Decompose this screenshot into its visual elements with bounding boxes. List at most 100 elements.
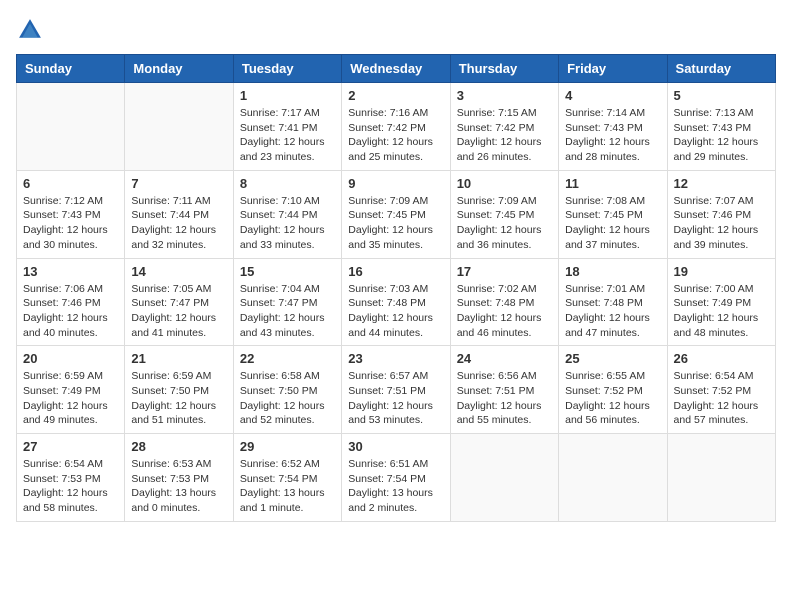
day-cell-3-7: 19 Sunrise: 7:00 AM Sunset: 7:49 PM Dayli… — [667, 258, 775, 346]
weekday-header-friday: Friday — [559, 55, 667, 83]
page-header — [16, 16, 776, 44]
day-detail: Sunrise: 6:53 AM Sunset: 7:53 PM Dayligh… — [131, 457, 226, 516]
day-number: 23 — [348, 351, 443, 366]
day-cell-5-6 — [559, 434, 667, 522]
logo-icon — [16, 16, 44, 44]
day-cell-1-5: 3 Sunrise: 7:15 AM Sunset: 7:42 PM Daylig… — [450, 83, 558, 171]
day-cell-3-6: 18 Sunrise: 7:01 AM Sunset: 7:48 PM Dayli… — [559, 258, 667, 346]
weekday-header-sunday: Sunday — [17, 55, 125, 83]
weekday-header-monday: Monday — [125, 55, 233, 83]
day-cell-4-4: 23 Sunrise: 6:57 AM Sunset: 7:51 PM Dayli… — [342, 346, 450, 434]
day-number: 9 — [348, 176, 443, 191]
day-number: 8 — [240, 176, 335, 191]
day-number: 5 — [674, 88, 769, 103]
day-number: 15 — [240, 264, 335, 279]
day-number: 25 — [565, 351, 660, 366]
day-cell-4-7: 26Sunrise: 6:54 AM Sunset: 7:52 PM Dayli… — [667, 346, 775, 434]
day-cell-1-7: 5 Sunrise: 7:13 AM Sunset: 7:43 PM Daylig… — [667, 83, 775, 171]
calendar-table: SundayMondayTuesdayWednesdayThursdayFrid… — [16, 54, 776, 522]
day-number: 6 — [23, 176, 118, 191]
day-number: 11 — [565, 176, 660, 191]
day-number: 12 — [674, 176, 769, 191]
day-detail: Sunrise: 6:59 AM Sunset: 7:50 PM Dayligh… — [131, 369, 226, 428]
day-cell-4-1: 20 Sunrise: 6:59 AM Sunset: 7:49 PM Dayli… — [17, 346, 125, 434]
day-cell-2-6: 11Sunrise: 7:08 AM Sunset: 7:45 PM Dayli… — [559, 170, 667, 258]
day-number: 24 — [457, 351, 552, 366]
weekday-header-saturday: Saturday — [667, 55, 775, 83]
day-number: 27 — [23, 439, 118, 454]
day-cell-5-3: 29Sunrise: 6:52 AM Sunset: 7:54 PM Dayli… — [233, 434, 341, 522]
day-number: 19 — [674, 264, 769, 279]
day-number: 10 — [457, 176, 552, 191]
day-cell-2-2: 7 Sunrise: 7:11 AM Sunset: 7:44 PM Daylig… — [125, 170, 233, 258]
week-row-3: 13 Sunrise: 7:06 AM Sunset: 7:46 PM Dayli… — [17, 258, 776, 346]
weekday-header-row: SundayMondayTuesdayWednesdayThursdayFrid… — [17, 55, 776, 83]
day-cell-4-3: 22 Sunrise: 6:58 AM Sunset: 7:50 PM Dayli… — [233, 346, 341, 434]
day-cell-2-4: 9 Sunrise: 7:09 AM Sunset: 7:45 PM Daylig… — [342, 170, 450, 258]
day-detail: Sunrise: 7:03 AM Sunset: 7:48 PM Dayligh… — [348, 282, 443, 341]
day-number: 17 — [457, 264, 552, 279]
day-detail: Sunrise: 6:54 AM Sunset: 7:52 PM Dayligh… — [674, 369, 769, 428]
day-cell-4-5: 24 Sunrise: 6:56 AM Sunset: 7:51 PM Dayli… — [450, 346, 558, 434]
logo — [16, 16, 48, 44]
day-cell-2-3: 8 Sunrise: 7:10 AM Sunset: 7:44 PM Daylig… — [233, 170, 341, 258]
day-cell-2-5: 10 Sunrise: 7:09 AM Sunset: 7:45 PM Dayli… — [450, 170, 558, 258]
day-number: 2 — [348, 88, 443, 103]
day-detail: Sunrise: 6:56 AM Sunset: 7:51 PM Dayligh… — [457, 369, 552, 428]
day-detail: Sunrise: 6:54 AM Sunset: 7:53 PM Dayligh… — [23, 457, 118, 516]
day-cell-3-4: 16 Sunrise: 7:03 AM Sunset: 7:48 PM Dayli… — [342, 258, 450, 346]
day-number: 21 — [131, 351, 226, 366]
day-number: 14 — [131, 264, 226, 279]
day-cell-3-5: 17 Sunrise: 7:02 AM Sunset: 7:48 PM Dayli… — [450, 258, 558, 346]
day-cell-3-2: 14 Sunrise: 7:05 AM Sunset: 7:47 PM Dayli… — [125, 258, 233, 346]
day-cell-3-3: 15Sunrise: 7:04 AM Sunset: 7:47 PM Dayli… — [233, 258, 341, 346]
day-number: 22 — [240, 351, 335, 366]
weekday-header-wednesday: Wednesday — [342, 55, 450, 83]
weekday-header-tuesday: Tuesday — [233, 55, 341, 83]
day-cell-3-1: 13 Sunrise: 7:06 AM Sunset: 7:46 PM Dayli… — [17, 258, 125, 346]
day-cell-1-4: 2Sunrise: 7:16 AM Sunset: 7:42 PM Daylig… — [342, 83, 450, 171]
day-number: 1 — [240, 88, 335, 103]
day-detail: Sunrise: 7:10 AM Sunset: 7:44 PM Dayligh… — [240, 194, 335, 253]
day-number: 18 — [565, 264, 660, 279]
day-detail: Sunrise: 7:09 AM Sunset: 7:45 PM Dayligh… — [457, 194, 552, 253]
day-number: 29 — [240, 439, 335, 454]
day-detail: Sunrise: 7:01 AM Sunset: 7:48 PM Dayligh… — [565, 282, 660, 341]
day-detail: Sunrise: 7:07 AM Sunset: 7:46 PM Dayligh… — [674, 194, 769, 253]
day-number: 7 — [131, 176, 226, 191]
day-cell-4-2: 21 Sunrise: 6:59 AM Sunset: 7:50 PM Dayli… — [125, 346, 233, 434]
day-detail: Sunrise: 7:15 AM Sunset: 7:42 PM Dayligh… — [457, 106, 552, 165]
week-row-4: 20 Sunrise: 6:59 AM Sunset: 7:49 PM Dayli… — [17, 346, 776, 434]
day-number: 20 — [23, 351, 118, 366]
day-cell-1-3: 1 Sunrise: 7:17 AM Sunset: 7:41 PM Daylig… — [233, 83, 341, 171]
day-number: 30 — [348, 439, 443, 454]
weekday-header-thursday: Thursday — [450, 55, 558, 83]
day-cell-2-1: 6 Sunrise: 7:12 AM Sunset: 7:43 PM Daylig… — [17, 170, 125, 258]
day-detail: Sunrise: 6:57 AM Sunset: 7:51 PM Dayligh… — [348, 369, 443, 428]
day-detail: Sunrise: 7:05 AM Sunset: 7:47 PM Dayligh… — [131, 282, 226, 341]
day-cell-5-4: 30 Sunrise: 6:51 AM Sunset: 7:54 PM Dayli… — [342, 434, 450, 522]
day-detail: Sunrise: 7:06 AM Sunset: 7:46 PM Dayligh… — [23, 282, 118, 341]
day-number: 3 — [457, 88, 552, 103]
day-detail: Sunrise: 7:11 AM Sunset: 7:44 PM Dayligh… — [131, 194, 226, 253]
day-number: 4 — [565, 88, 660, 103]
day-cell-1-6: 4Sunrise: 7:14 AM Sunset: 7:43 PM Daylig… — [559, 83, 667, 171]
day-detail: Sunrise: 7:02 AM Sunset: 7:48 PM Dayligh… — [457, 282, 552, 341]
day-detail: Sunrise: 7:12 AM Sunset: 7:43 PM Dayligh… — [23, 194, 118, 253]
week-row-1: 1 Sunrise: 7:17 AM Sunset: 7:41 PM Daylig… — [17, 83, 776, 171]
day-cell-5-7 — [667, 434, 775, 522]
day-detail: Sunrise: 6:51 AM Sunset: 7:54 PM Dayligh… — [348, 457, 443, 516]
day-detail: Sunrise: 7:13 AM Sunset: 7:43 PM Dayligh… — [674, 106, 769, 165]
day-detail: Sunrise: 6:59 AM Sunset: 7:49 PM Dayligh… — [23, 369, 118, 428]
day-detail: Sunrise: 6:55 AM Sunset: 7:52 PM Dayligh… — [565, 369, 660, 428]
day-detail: Sunrise: 7:00 AM Sunset: 7:49 PM Dayligh… — [674, 282, 769, 341]
day-detail: Sunrise: 7:09 AM Sunset: 7:45 PM Dayligh… — [348, 194, 443, 253]
day-cell-2-7: 12 Sunrise: 7:07 AM Sunset: 7:46 PM Dayli… — [667, 170, 775, 258]
day-number: 13 — [23, 264, 118, 279]
day-cell-5-5 — [450, 434, 558, 522]
week-row-5: 27 Sunrise: 6:54 AM Sunset: 7:53 PM Dayli… — [17, 434, 776, 522]
day-cell-1-1 — [17, 83, 125, 171]
day-detail: Sunrise: 7:17 AM Sunset: 7:41 PM Dayligh… — [240, 106, 335, 165]
day-detail: Sunrise: 6:58 AM Sunset: 7:50 PM Dayligh… — [240, 369, 335, 428]
day-number: 16 — [348, 264, 443, 279]
